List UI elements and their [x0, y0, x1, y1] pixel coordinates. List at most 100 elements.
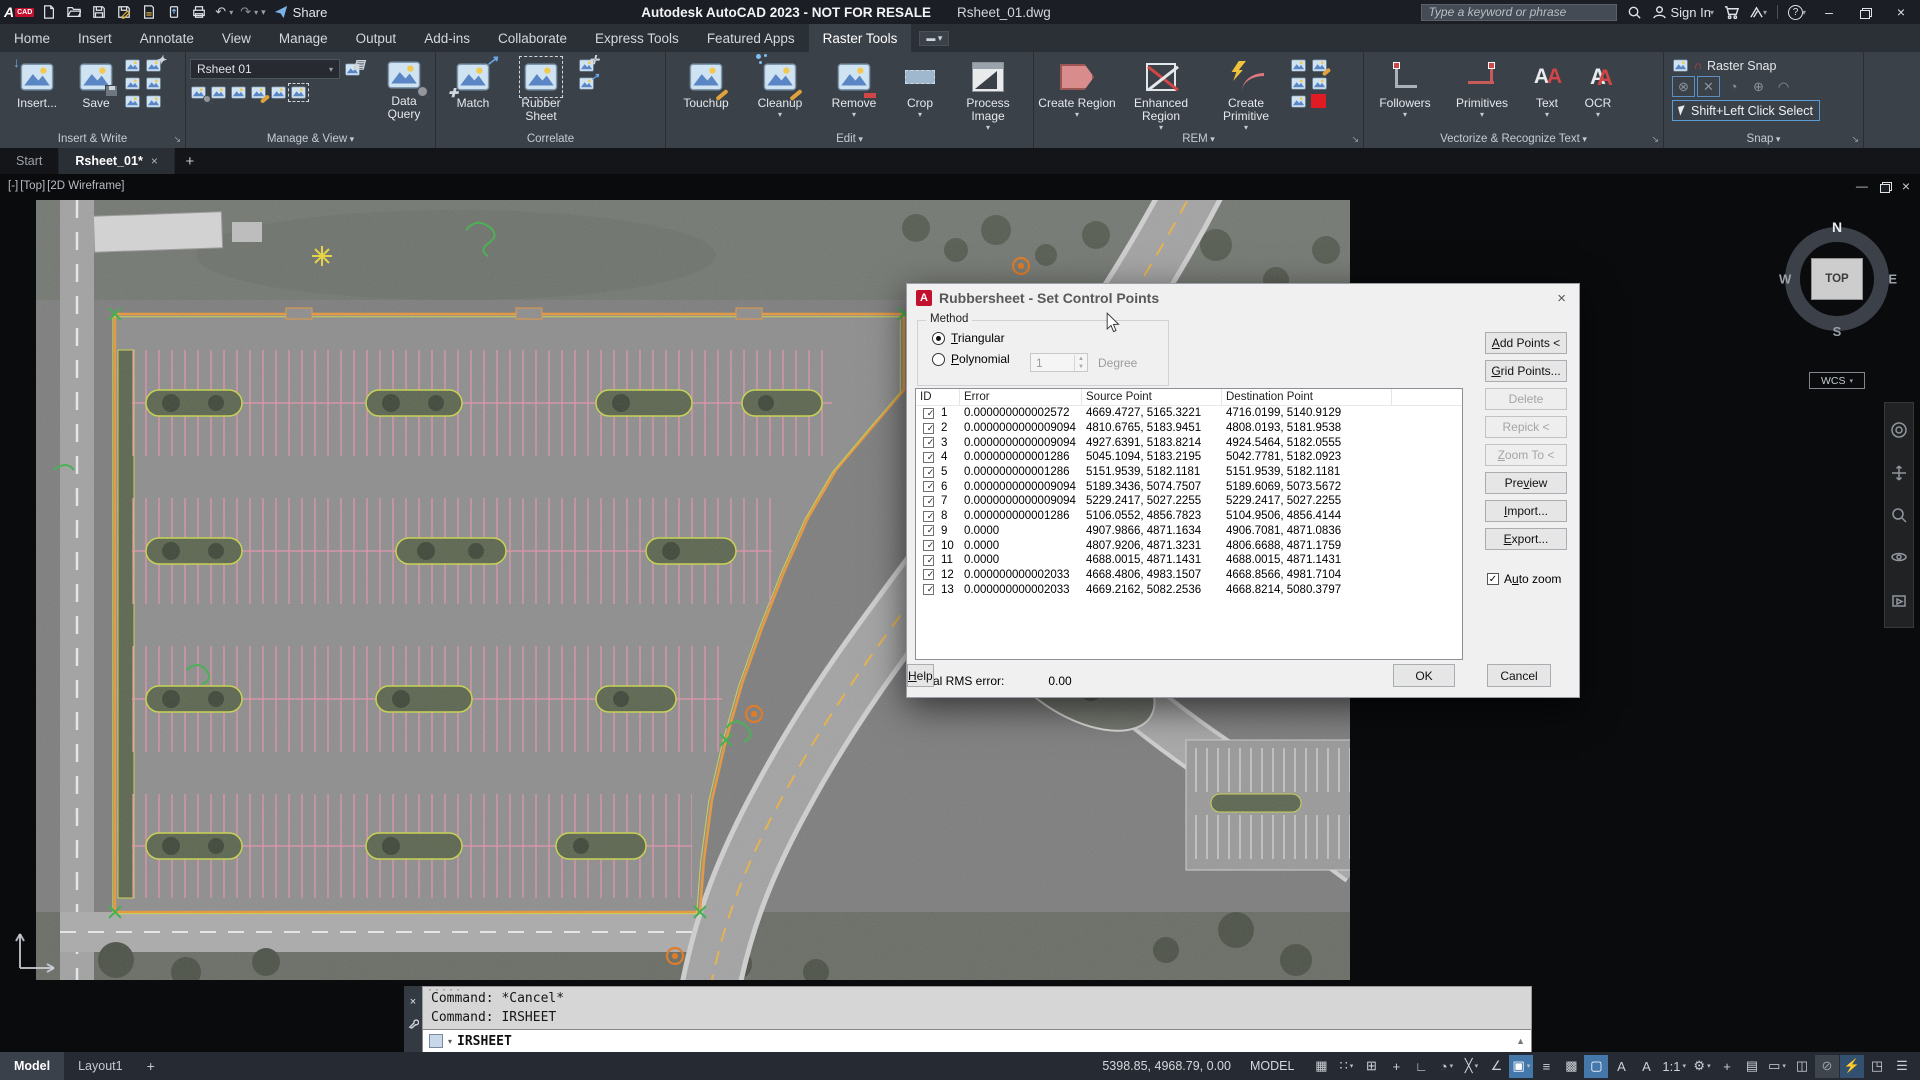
command-recent-dropdown-icon[interactable]: ▾: [448, 1037, 452, 1046]
zoom-icon[interactable]: [1890, 506, 1908, 524]
viewcube-east[interactable]: E: [1888, 272, 1897, 287]
infer-constraints-icon[interactable]: ⊞: [1359, 1055, 1383, 1078]
dialog-side-button[interactable]: Repick <: [1485, 416, 1567, 438]
viewcube-south[interactable]: S: [1833, 324, 1842, 339]
followers-button[interactable]: Followers ▾: [1368, 56, 1442, 119]
remove-dropdown-icon[interactable]: ▾: [852, 111, 856, 119]
auto-zoom-checkbox[interactable]: ✓ Auto zoom: [1487, 572, 1561, 586]
layout1-tab[interactable]: Layout1: [64, 1052, 136, 1080]
units-icon[interactable]: ▤: [1740, 1055, 1764, 1078]
lock-ui-icon[interactable]: ◫: [1790, 1055, 1814, 1078]
viewcube-top-face[interactable]: TOP: [1811, 258, 1863, 300]
zoom-to-image-icon[interactable]: [190, 85, 207, 100]
enhanced-region-button[interactable]: Enhanced Region ▾: [1118, 56, 1204, 132]
row-checkbox[interactable]: [923, 584, 934, 595]
row-checkbox[interactable]: [923, 511, 934, 522]
export-image-icon[interactable]: [124, 58, 141, 73]
plot-sheet-icon[interactable]: [140, 3, 158, 21]
viewport-minimize-icon[interactable]: —: [1856, 179, 1868, 193]
minimize-button[interactable]: –: [1816, 4, 1842, 20]
model-tab[interactable]: Model: [0, 1052, 64, 1080]
panel-label-snap[interactable]: Snap↘: [1664, 131, 1863, 148]
primitives-dropdown-icon[interactable]: ▾: [1480, 111, 1484, 119]
ribbon-tab[interactable]: Raster Tools: [809, 24, 912, 52]
dialog-side-button[interactable]: Grid Points...: [1485, 360, 1567, 382]
row-checkbox[interactable]: [923, 569, 934, 580]
pan-icon[interactable]: [1890, 464, 1908, 482]
dialog-action-button[interactable]: OK: [1393, 664, 1455, 687]
open-file-icon[interactable]: [65, 3, 83, 21]
create-primitive-button[interactable]: Create Primitive ▾: [1206, 56, 1286, 132]
command-icon[interactable]: [429, 1034, 443, 1048]
table-row[interactable]: 12 0.000000000002033 4668.4806, 4983.150…: [916, 568, 1462, 583]
process-image-button[interactable]: Process Image ▾: [950, 56, 1026, 132]
wcs-dropdown[interactable]: WCS: [1809, 372, 1865, 389]
redo-icon[interactable]: ↷: [240, 4, 251, 20]
text-dropdown-icon[interactable]: ▾: [1545, 111, 1549, 119]
table-row[interactable]: 2 0.0000000000009094 4810.6765, 5183.945…: [916, 421, 1462, 436]
primitives-button[interactable]: Primitives ▾: [1444, 56, 1520, 119]
ocr-button[interactable]: AA OCR ▾: [1574, 56, 1622, 119]
viewcube-north[interactable]: N: [1832, 219, 1842, 235]
match-button[interactable]: ↗✚ Match: [440, 56, 506, 110]
table-row[interactable]: 6 0.0000000000009094 5189.3436, 5074.750…: [916, 479, 1462, 494]
dialog-side-button[interactable]: Export...: [1485, 528, 1567, 550]
row-checkbox[interactable]: [923, 496, 934, 507]
file-tab-rsheet[interactable]: Rsheet_01* ×: [59, 148, 174, 174]
ribbon-tab[interactable]: Featured Apps: [693, 24, 809, 52]
control-points-table[interactable]: ID Error Source Point Destination Point …: [915, 388, 1463, 660]
row-checkbox[interactable]: [923, 452, 934, 463]
undo-dropdown-icon[interactable]: ▾: [229, 8, 233, 17]
copy-image-icon[interactable]: [270, 85, 287, 100]
search-icon[interactable]: [1627, 5, 1642, 20]
viewport-restore-icon[interactable]: [1880, 182, 1890, 191]
ribbon-tab[interactable]: Home: [0, 24, 64, 52]
crop-dropdown-icon[interactable]: ▾: [918, 111, 922, 119]
table-row[interactable]: 11 0.0000 4688.0015, 4871.1431 4688.0015…: [916, 553, 1462, 568]
row-checkbox[interactable]: [923, 423, 934, 434]
row-checkbox[interactable]: [923, 540, 934, 551]
search-input[interactable]: [1421, 4, 1617, 21]
polar-tracking-icon[interactable]: ◔: [1434, 1055, 1458, 1078]
data-query-button[interactable]: Data Query: [375, 54, 433, 121]
table-row[interactable]: 10 0.0000 4807.9206, 4871.3231 4806.6688…: [916, 538, 1462, 553]
move-image-icon[interactable]: ✛: [578, 58, 595, 73]
table-row[interactable]: 4 0.000000000001286 5045.1094, 5183.2195…: [916, 450, 1462, 465]
new-layout-button[interactable]: +: [137, 1058, 165, 1074]
save-as-icon[interactable]: [115, 3, 133, 21]
panel-label-rem[interactable]: REM↘: [1034, 131, 1363, 148]
autocad-app-icon[interactable]: A CAD: [4, 4, 34, 20]
isodraft-icon[interactable]: ╳: [1459, 1055, 1483, 1078]
snap-corner-icon[interactable]: ◔: [1722, 76, 1745, 97]
create-region-dropdown-icon[interactable]: ▾: [1075, 111, 1079, 119]
clean-screen-icon[interactable]: ◳: [1865, 1055, 1889, 1078]
dialog-action-button[interactable]: Cancel: [1487, 664, 1551, 687]
command-history[interactable]: Command: *Cancel* Command: IRSHEET: [422, 986, 1532, 1029]
cleanup-button[interactable]: Cleanup ▾: [744, 56, 816, 119]
workspace-switching-icon[interactable]: ⚙: [1690, 1055, 1714, 1078]
help-button[interactable]: ?▾: [1788, 5, 1806, 20]
embed-image-icon[interactable]: ✦: [145, 58, 162, 73]
file-tab-close-icon[interactable]: ×: [151, 154, 158, 168]
rem-stack-icon[interactable]: [1290, 94, 1307, 109]
command-input[interactable]: [457, 1034, 1511, 1049]
model-space-button[interactable]: MODEL: [1242, 1059, 1302, 1073]
viewport-visual-style-control[interactable]: [2D Wireframe]: [47, 180, 124, 192]
table-row[interactable]: 1 0.000000000002572 4669.4727, 5165.3221…: [916, 406, 1462, 421]
close-button[interactable]: ×: [1888, 4, 1914, 20]
ribbon-tab[interactable]: Add-ins: [410, 24, 484, 52]
dialog-side-button[interactable]: Import...: [1485, 500, 1567, 522]
quick-properties-icon[interactable]: ▭: [1765, 1055, 1789, 1078]
lineweight-icon[interactable]: ≡: [1534, 1055, 1558, 1078]
panel-label-insert-write[interactable]: Insert & Write↘: [0, 131, 185, 148]
viewport-menu-control[interactable]: [-]: [8, 180, 18, 192]
annotation-monitor-icon[interactable]: +: [1715, 1055, 1739, 1078]
degree-spinner[interactable]: 1 ▲▼: [1030, 353, 1088, 372]
print-icon[interactable]: [190, 3, 208, 21]
followers-dropdown-icon[interactable]: ▾: [1403, 111, 1407, 119]
viewcube[interactable]: N W E S TOP: [1779, 221, 1895, 337]
dialog-action-button[interactable]: Help: [907, 664, 934, 687]
row-checkbox[interactable]: [923, 467, 934, 478]
row-checkbox[interactable]: [923, 555, 934, 566]
ribbon-display-toggle[interactable]: ▬ ▾: [919, 31, 949, 46]
